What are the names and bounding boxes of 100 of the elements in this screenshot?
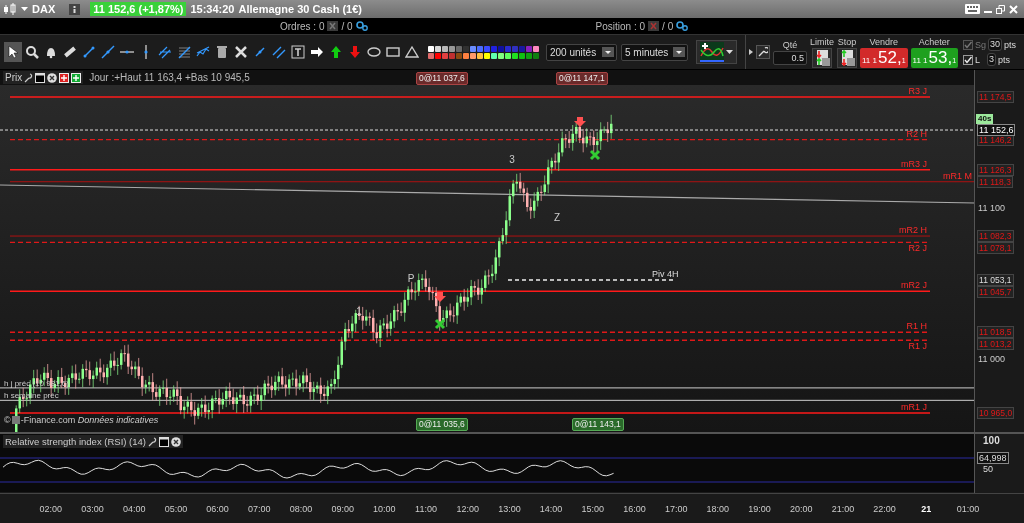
color-swatch[interactable] xyxy=(456,52,462,59)
color-swatch[interactable] xyxy=(442,45,448,52)
color-swatch[interactable] xyxy=(449,52,455,59)
text-tool-button[interactable] xyxy=(289,42,307,62)
pointer-tool-button[interactable] xyxy=(4,42,22,62)
color-swatch[interactable] xyxy=(428,45,434,52)
points-field[interactable]: 3 xyxy=(987,53,997,66)
trade-tag[interactable]: 0@11 147,1 xyxy=(556,72,608,85)
color-swatch[interactable] xyxy=(498,52,504,59)
color-swatch[interactable] xyxy=(519,45,525,52)
wave-line-icon xyxy=(196,45,210,59)
color-swatch[interactable] xyxy=(526,45,532,52)
color-swatch[interactable] xyxy=(519,52,525,59)
color-swatch[interactable] xyxy=(470,45,476,52)
color-swatch[interactable] xyxy=(526,52,532,59)
color-swatch[interactable] xyxy=(498,45,504,52)
color-swatch[interactable] xyxy=(442,52,448,59)
close-icon[interactable] xyxy=(171,436,181,447)
stop-order-button[interactable] xyxy=(837,47,857,68)
color-swatch[interactable] xyxy=(505,45,511,52)
level-label: mR2 J xyxy=(901,280,927,291)
grid-icon xyxy=(177,45,191,59)
level-price-tag: 11 082,3 xyxy=(977,230,1014,243)
color-swatch[interactable] xyxy=(435,52,441,59)
rsi-tick: 50 xyxy=(983,464,994,474)
trade-tag[interactable]: 0@11 035,6 xyxy=(416,418,468,431)
limit-order-button[interactable] xyxy=(812,47,832,68)
color-swatch[interactable] xyxy=(484,52,490,59)
bell-icon xyxy=(44,45,58,59)
settings-button[interactable] xyxy=(756,45,770,59)
color-swatch[interactable] xyxy=(512,52,518,59)
caret-icon xyxy=(602,47,614,57)
level-label: R2 H xyxy=(906,128,927,139)
color-swatch[interactable] xyxy=(533,45,539,52)
level-label: R1 J xyxy=(908,341,927,352)
time-label: 08:00 xyxy=(288,503,314,514)
trade-tag[interactable]: 0@11 037,6 xyxy=(416,72,468,85)
level-price-tag: 10 965,0 xyxy=(977,406,1015,419)
wave-label: 3 xyxy=(509,154,515,165)
cancel-icon[interactable] xyxy=(327,21,339,31)
checkbox[interactable] xyxy=(963,54,974,65)
trade-tag[interactable]: 0@11 143,1 xyxy=(572,418,624,431)
quantity-select[interactable]: 200 unités xyxy=(546,43,617,61)
indicator-chart-icon xyxy=(700,42,724,62)
wave-label: Z xyxy=(553,212,561,223)
color-swatch[interactable] xyxy=(484,45,490,52)
ellipse-icon xyxy=(367,45,381,59)
color-swatch[interactable] xyxy=(512,45,518,52)
color-swatch[interactable] xyxy=(435,45,441,52)
color-swatch[interactable] xyxy=(428,52,434,59)
candlestick-icon[interactable] xyxy=(3,3,17,15)
window-icon[interactable] xyxy=(35,72,46,83)
color-swatch[interactable] xyxy=(477,45,483,52)
down-arrow-icon xyxy=(434,292,446,302)
quantity-field[interactable]: 0.5 xyxy=(773,50,807,65)
plus-square-icon[interactable] xyxy=(71,72,82,83)
channel-icon xyxy=(158,45,172,59)
close-icon[interactable] xyxy=(47,72,58,83)
restore-icon[interactable] xyxy=(996,4,1005,14)
info-icon[interactable] xyxy=(69,3,81,15)
caret-icon[interactable] xyxy=(21,7,28,11)
order-ticket-icon xyxy=(838,48,856,67)
level-label: mR1 J xyxy=(901,401,927,412)
points-unit: pts xyxy=(1004,39,1017,50)
tools-icon xyxy=(234,45,248,59)
color-swatch[interactable] xyxy=(491,45,497,52)
color-swatch[interactable] xyxy=(456,45,462,52)
indicators-button[interactable] xyxy=(696,40,737,64)
down-arrow-icon xyxy=(348,45,362,59)
color-swatch[interactable] xyxy=(463,52,469,59)
color-swatch[interactable] xyxy=(491,52,497,59)
level-label: R1 H xyxy=(906,321,927,332)
wrench-icon[interactable] xyxy=(148,436,157,447)
keyboard-icon[interactable] xyxy=(965,4,980,14)
wave-label: P xyxy=(407,273,415,284)
wrench-icon[interactable] xyxy=(24,72,34,83)
color-swatch[interactable] xyxy=(470,52,476,59)
color-swatch[interactable] xyxy=(533,52,539,59)
interval-select[interactable]: 5 minutes xyxy=(621,43,688,61)
plus-square-icon[interactable] xyxy=(59,72,70,83)
gears-icon[interactable] xyxy=(355,21,368,31)
price-tick: 11 000 xyxy=(978,354,1005,365)
expand-arrow-icon[interactable] xyxy=(749,49,753,55)
color-swatch[interactable] xyxy=(505,52,511,59)
window-icon[interactable] xyxy=(159,436,169,447)
line-icon xyxy=(101,45,115,59)
color-swatch[interactable] xyxy=(449,45,455,52)
caret-icon xyxy=(726,50,733,54)
color-swatch[interactable] xyxy=(477,52,483,59)
parallel-lines-icon xyxy=(272,45,286,59)
time-label: 19:00 xyxy=(747,503,772,514)
level-price-tag: 11 126,3 xyxy=(977,163,1014,176)
instrument-title: Allemagne 30 Cash (1€) xyxy=(238,3,362,15)
cancel-icon[interactable] xyxy=(648,21,660,31)
gears-icon[interactable] xyxy=(676,21,689,31)
instrument-name: DAX xyxy=(32,3,56,15)
color-swatch[interactable] xyxy=(463,45,469,52)
price-tick: 11 100 xyxy=(978,203,1005,214)
time-label: 14:00 xyxy=(538,503,564,514)
time-label: 20:00 xyxy=(788,503,814,514)
